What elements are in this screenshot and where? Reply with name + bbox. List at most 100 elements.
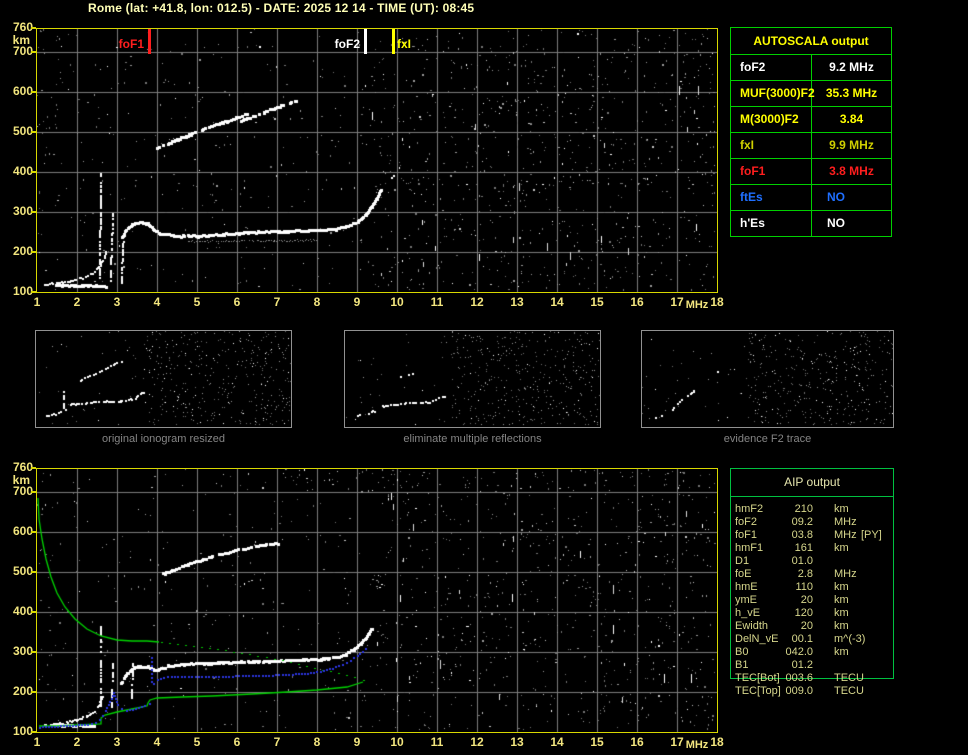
autoscala-param-label: M(3000)F2 [731, 107, 812, 132]
y-tick-label: 200 [12, 684, 33, 698]
x-tick-label: 12 [470, 735, 484, 749]
y-axis-tick [31, 91, 36, 93]
table-row: fxI 9.9 MHz [731, 133, 891, 159]
y-axis-tick [31, 291, 36, 293]
x-tick-label: 7 [273, 735, 281, 749]
x-tick-label: 4 [153, 295, 161, 309]
aip-param-unit: km [834, 620, 849, 632]
x-tick-label: 9 [353, 295, 361, 309]
y-tick-label: 760 [12, 460, 33, 474]
bottom-ionogram-canvas [37, 469, 717, 732]
x-tick-label: 10 [390, 735, 404, 749]
table-row: Ewidth 20 km [730, 620, 892, 633]
x-tick-label: 3 [113, 735, 121, 749]
top-ionogram-plot [36, 28, 718, 293]
x-tick-label: 9 [353, 735, 361, 749]
autoscala-param-value: 9.2 MHz [829, 60, 874, 74]
thumbnail-canvas [36, 331, 291, 427]
y-tick-label: 200 [12, 244, 33, 258]
table-row: ymE 20 km [730, 594, 892, 607]
page-title: Rome (lat: +41.8, lon: 012.5) - DATE: 20… [88, 1, 475, 15]
table-row: foF1 3.8 MHz [731, 159, 891, 185]
aip-param-value: 20 [800, 620, 813, 632]
table-row: TEC[Bot] 003.6 TECU [730, 672, 892, 685]
aip-param-unit: MHz [834, 516, 857, 528]
aip-param-unit: km [834, 594, 849, 606]
y-axis-tick [31, 131, 36, 133]
aip-param-value: 03.8 [791, 529, 813, 541]
thumbnail-caption-1: original ionogram resized [102, 433, 225, 445]
y-tick-label: 300 [12, 204, 33, 218]
aip-param-unit: km [834, 607, 849, 619]
marker-fof1-line [148, 29, 151, 54]
aip-param-label: B0 [735, 646, 749, 658]
table-row: B1 01.2 [730, 659, 892, 672]
autoscala-param-value: NO [827, 216, 845, 230]
autoscala-param-label: ftEs [731, 185, 812, 210]
aip-param-unit: MHz [834, 568, 857, 580]
y-tick-label: 600 [12, 84, 33, 98]
thumbnail-caption-3: evidence F2 trace [723, 433, 812, 445]
aip-param-value: 01.0 [791, 555, 813, 567]
aip-param-value: 110 [795, 581, 813, 593]
marker-fxi-label: fxI [397, 37, 412, 51]
thumbnail-original-ionogram [35, 330, 292, 428]
aip-param-unit: km [834, 646, 849, 658]
aip-param-label: foE [735, 568, 752, 580]
x-axis-unit-label: MHz [685, 739, 709, 751]
aip-param-value: 003.6 [785, 672, 813, 684]
marker-fof1-label: foF1 [118, 37, 144, 51]
bottom-ionogram-plot [36, 468, 718, 733]
x-tick-label: 11 [430, 735, 444, 749]
x-tick-label: 1 [33, 295, 41, 309]
aip-param-label: Ewidth [735, 620, 769, 632]
x-tick-label: 6 [233, 735, 241, 749]
y-axis-tick [31, 211, 36, 213]
aip-param-unit: km [834, 503, 849, 515]
y-tick-label: 300 [12, 644, 33, 658]
y-axis-unit-label: km [12, 473, 30, 487]
autoscala-param-label: h'Es [731, 211, 812, 236]
autoscala-param-value: NO [827, 190, 845, 204]
x-tick-label: 13 [510, 295, 524, 309]
aip-param-label: ymE [735, 594, 757, 606]
table-row: hmE 110 km [730, 581, 892, 594]
table-row: ftEs NO [731, 185, 891, 211]
y-tick-label: 500 [12, 124, 33, 138]
x-tick-label: 2 [73, 735, 81, 749]
y-axis-tick [31, 611, 36, 613]
top-ionogram-canvas [37, 29, 717, 292]
autoscala-table-header: AUTOSCALA output [731, 28, 891, 55]
x-tick-label: 3 [113, 295, 121, 309]
table-row: foE 2.8 MHz [730, 568, 892, 581]
y-tick-label: 760 [12, 20, 33, 34]
aip-param-value: 161 [794, 542, 813, 554]
table-row: TEC[Top] 009.0 TECU [730, 685, 892, 698]
aip-param-value: 210 [794, 503, 813, 515]
aip-param-value: 00.1 [791, 633, 813, 645]
autoscala-output-table: AUTOSCALA output foF2 9.2 MHz MUF(3000)F2 3… [730, 27, 892, 237]
table-row: B0 042.0 km [730, 646, 892, 659]
x-tick-label: 11 [430, 295, 444, 309]
aip-param-label: B1 [735, 659, 749, 671]
y-axis-tick [31, 571, 36, 573]
x-tick-label: 6 [233, 295, 241, 309]
autoscala-param-value: 3.8 MHz [829, 164, 874, 178]
autoscala-param-label: foF1 [731, 159, 812, 184]
marker-fof2-line [364, 29, 367, 54]
x-tick-label: 4 [153, 735, 161, 749]
aip-param-value: 01.2 [791, 659, 813, 671]
aip-param-value: 042.0 [785, 646, 813, 658]
x-tick-label: 13 [510, 735, 524, 749]
table-row: MUF(3000)F2 35.3 MHz [731, 81, 891, 107]
table-row: hmF2 210 km [730, 503, 892, 516]
x-tick-label: 14 [550, 735, 564, 749]
table-row: h_vE 120 km [730, 607, 892, 620]
aip-param-unit: MHz [834, 529, 857, 541]
aip-param-value: 2.8 [797, 568, 813, 580]
x-tick-label: 8 [313, 295, 321, 309]
autoscala-param-label: foF2 [731, 55, 812, 80]
aip-table-header: AIP output [731, 469, 893, 497]
aip-param-label: h_vE [735, 607, 761, 619]
aip-param-label: hmE [735, 581, 758, 593]
